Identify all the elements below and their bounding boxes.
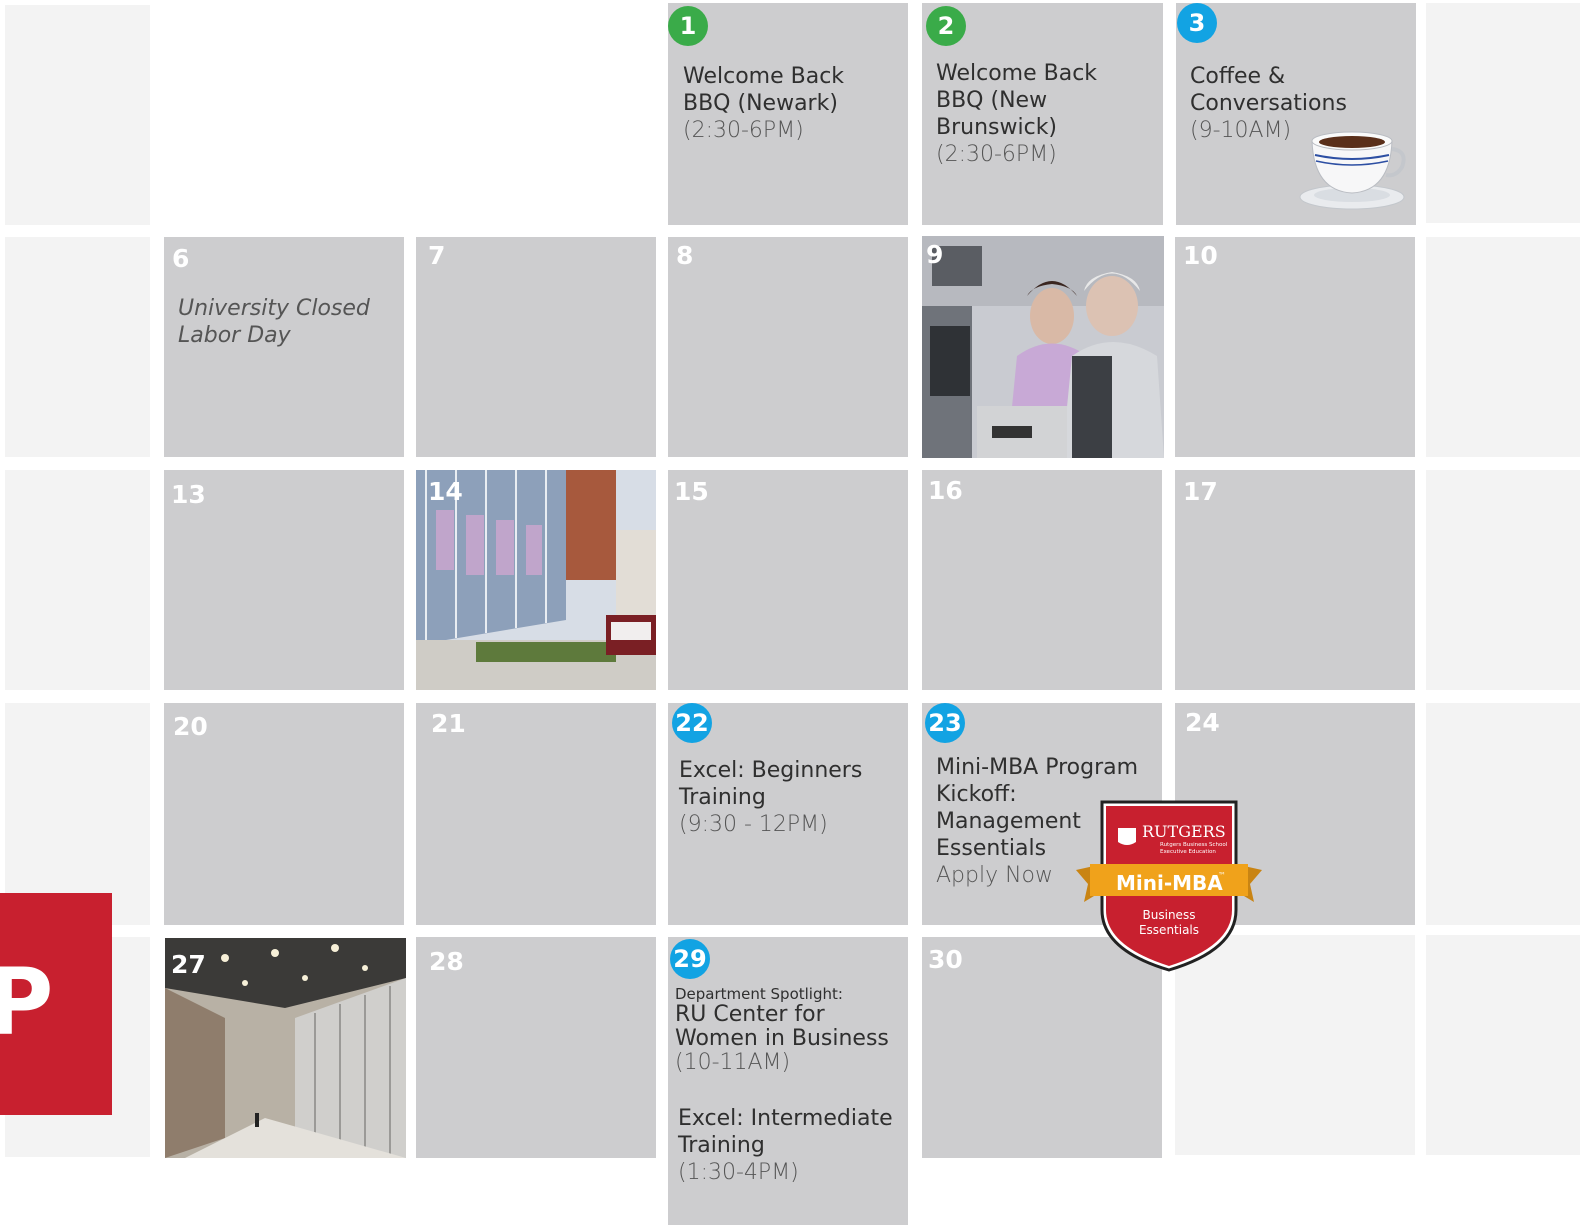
rutgers-wordmark: RUTGERS [1142, 822, 1226, 841]
day-number: 15 [674, 477, 709, 506]
badge-ribbon-text: Mini-MBA [1116, 871, 1223, 895]
event-title: Coffee & Conversations [1190, 64, 1347, 116]
badge-line2: Essentials [1139, 923, 1199, 937]
calendar-day-10[interactable]: 10 [1175, 237, 1415, 457]
badge-tm: ™ [1218, 871, 1226, 880]
day-badge: 22 [672, 703, 712, 743]
event-time: (2:30-6PM) [936, 142, 1057, 167]
event-time: (10-11AM) [675, 1050, 791, 1075]
calendar-day-21[interactable]: 21 [416, 703, 656, 925]
event-time: (1:30-4PM) [678, 1160, 799, 1185]
calendar-day-1[interactable]: 1 Welcome Back BBQ (Newark) (2:30-6PM) [668, 3, 908, 225]
event[interactable]: Excel: Beginners Training (9:30 - 12PM) [679, 757, 899, 838]
calendar-day-20[interactable]: 20 [164, 703, 404, 925]
calendar-cell-empty [5, 470, 150, 690]
event-title: Welcome Back BBQ (New Brunswick) [936, 61, 1098, 140]
day-number: 17 [1183, 477, 1218, 506]
note-line: Labor Day [178, 323, 291, 348]
event-time: (9:30 - 12PM) [679, 812, 828, 837]
calendar-day-29[interactable]: 29 Department Spotlight: RU Center for W… [668, 937, 908, 1225]
day-badge: 23 [925, 703, 965, 743]
day-badge: 2 [926, 6, 966, 46]
event-title: Excel: Intermediate Training [678, 1106, 893, 1158]
calendar-cell-empty [1426, 237, 1580, 457]
event[interactable]: Welcome Back BBQ (Newark) (2:30-6PM) [683, 63, 898, 144]
calendar-day-27[interactable]: 27 [165, 938, 406, 1158]
coffee-cup-icon [1299, 131, 1406, 210]
calendar-cell-empty [1426, 3, 1580, 223]
calendar-cell-empty [5, 237, 150, 457]
day-badge: 29 [670, 939, 710, 979]
event-title: RU Center for Women in Business [675, 1002, 889, 1051]
event-title: Welcome Back BBQ (Newark) [683, 64, 845, 116]
event-title: Excel: Beginners Training [679, 758, 863, 810]
calendar-day-22[interactable]: 22 Excel: Beginners Training (9:30 - 12P… [668, 703, 908, 925]
badge-line1: Business [1143, 908, 1196, 922]
calendar-cell-empty [1426, 703, 1580, 925]
badge-sub1: Rutgers Business School [1160, 842, 1228, 848]
calendar-day-28[interactable]: 28 [416, 937, 656, 1158]
badge-sub2: Executive Education [1160, 849, 1216, 855]
calendar-cell-empty [1426, 470, 1580, 690]
calendar-day-9[interactable]: 9 [922, 236, 1164, 458]
calendar-cell-empty [1426, 935, 1580, 1155]
calendar-day-14[interactable]: 14 [416, 470, 656, 690]
day-number: 27 [171, 950, 206, 979]
day-note: University Closed Labor Day [178, 295, 398, 349]
calendar-day-8[interactable]: 8 [668, 237, 908, 457]
red-tile: P [0, 893, 112, 1115]
day-number: 20 [173, 712, 208, 741]
day-number: 9 [926, 240, 944, 269]
day-number: 21 [431, 709, 466, 738]
calendar-day-15[interactable]: 15 [668, 470, 908, 690]
calendar-cell-empty [5, 703, 150, 925]
note-line: University Closed [178, 296, 370, 321]
red-tile-letter: P [0, 949, 54, 1056]
day-number: 8 [676, 241, 694, 270]
day-number: 7 [428, 241, 446, 270]
event-time: (2:30-6PM) [683, 118, 804, 143]
day-badge: 3 [1177, 3, 1217, 43]
calendar-cell-empty [164, 3, 404, 225]
event[interactable]: Department Spotlight: RU Center for Wome… [675, 985, 900, 1075]
day-number: 6 [172, 244, 190, 273]
event-category: Department Spotlight: [675, 985, 843, 1003]
calendar-day-2[interactable]: 2 Welcome Back BBQ (New Brunswick) (2:30… [922, 3, 1163, 225]
day-number: 13 [171, 480, 206, 509]
day-number: 16 [928, 476, 963, 505]
calendar-day-17[interactable]: 17 [1175, 470, 1415, 690]
day-number: 24 [1185, 708, 1220, 737]
event[interactable]: Excel: Intermediate Training (1:30-4PM) [678, 1105, 903, 1186]
calendar-day-6[interactable]: 6 University Closed Labor Day [164, 237, 404, 457]
day-number: 10 [1183, 241, 1218, 270]
day-number: 14 [428, 477, 463, 506]
training-room-photo [922, 236, 1164, 458]
event[interactable]: Welcome Back BBQ (New Brunswick) (2:30-6… [936, 60, 1146, 168]
calendar-cell-empty [416, 3, 656, 225]
calendar-cell-empty [5, 5, 150, 225]
day-badge: 1 [668, 6, 708, 46]
calendar-day-3[interactable]: 3 Coffee & Conversations (9-10AM) [1176, 3, 1416, 225]
day-number: 28 [429, 947, 464, 976]
calendar-day-7[interactable]: 7 [416, 237, 656, 457]
day-number: 30 [928, 945, 963, 974]
mini-mba-badge[interactable]: RUTGERS Rutgers Business School Executiv… [1074, 800, 1264, 972]
calendar-day-13[interactable]: 13 [164, 470, 404, 690]
calendar-day-16[interactable]: 16 [922, 470, 1162, 690]
